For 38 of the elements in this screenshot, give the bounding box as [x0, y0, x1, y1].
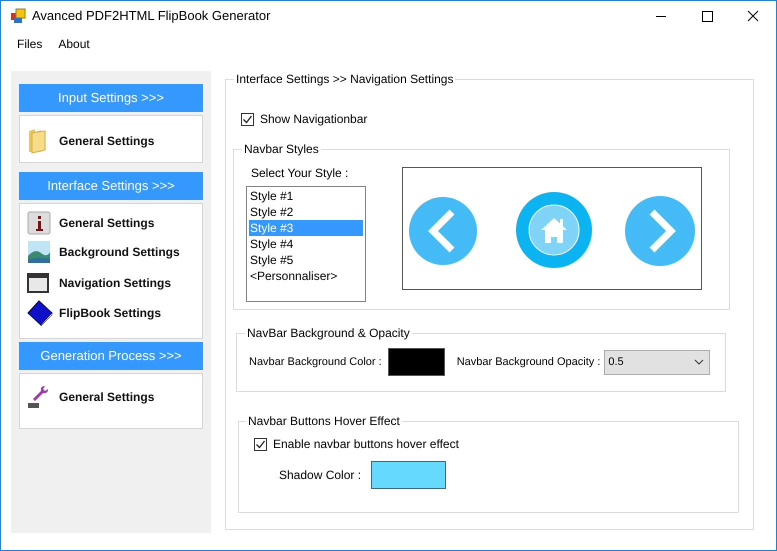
style-option[interactable]: Style #2: [249, 204, 363, 220]
style-option[interactable]: Style #5: [249, 252, 363, 268]
folder-icon: [27, 128, 47, 154]
color-swatch[interactable]: [371, 461, 446, 489]
sidebar-item[interactable]: Navigation Settings: [59, 274, 172, 292]
color-swatch[interactable]: [388, 348, 445, 376]
group-title: NavBar Background & Opacity: [246, 325, 411, 342]
style-prompt: Select Your Style :: [251, 165, 350, 182]
style-option[interactable]: <Personnaliser>: [249, 268, 363, 284]
style-option[interactable]: Style #4: [249, 236, 363, 252]
menu-item[interactable]: About: [50, 35, 98, 53]
style-option[interactable]: Style #1: [249, 188, 363, 204]
landscape-icon: [27, 240, 51, 264]
menu-item[interactable]: Files: [9, 35, 50, 53]
group-title: Navbar Styles: [243, 141, 320, 158]
group-title: Navbar Buttons Hover Effect: [247, 413, 401, 430]
sidebar-item[interactable]: FlipBook Settings: [59, 304, 161, 322]
checkbox-label: Enable navbar buttons hover effect: [273, 436, 459, 453]
field-label: Shadow Color :: [279, 467, 362, 484]
sidebar-item[interactable]: General Settings: [59, 214, 154, 232]
sidebar-item[interactable]: General Settings: [59, 132, 154, 150]
field-label: Navbar Background Opacity :: [456, 354, 600, 370]
window-icon: [27, 273, 49, 293]
chevron-down-icon: [694, 359, 704, 365]
book-icon: [27, 300, 53, 326]
style-listbox[interactable]: Style #1 Style #2 Style #3 Style #4 Style #5 <Personnaliser>: [246, 186, 366, 302]
sidebar-item[interactable]: Background Settings: [59, 243, 180, 261]
window-title: Avanced PDF2HTML FlipBook Generator: [32, 7, 270, 26]
group-title: Interface Settings >> Navigation Settings: [235, 71, 454, 88]
checkbox[interactable]: [254, 438, 267, 450]
info-icon: [27, 211, 51, 235]
checkbox[interactable]: [241, 112, 254, 126]
field-label: Navbar Background Color :: [249, 354, 382, 370]
checkbox-label: Show Navigationbar: [260, 111, 368, 128]
opacity-dropdown[interactable]: 0.5: [604, 350, 710, 374]
wrench-icon: [27, 385, 49, 409]
app-icon: [10, 8, 26, 24]
sidebar-item[interactable]: General Settings: [59, 388, 154, 406]
